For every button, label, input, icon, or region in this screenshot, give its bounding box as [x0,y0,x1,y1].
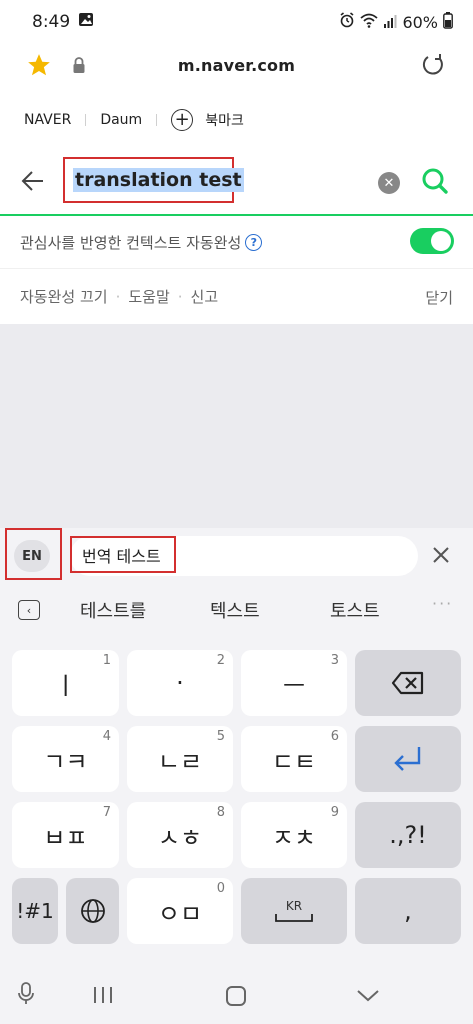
battery-percent: 60% [402,12,438,32]
reload-icon[interactable] [420,52,446,78]
key-d-t[interactable]: ㄷㅌ 6 [241,726,347,792]
comma-key[interactable]: , [355,878,461,944]
navigation-bar [0,956,473,1024]
key-eu[interactable]: ㅡ 3 [241,650,347,716]
translation-field[interactable]: 번역 테스트 [70,536,418,576]
bookmark-daum[interactable]: Daum [100,112,142,128]
link-separator: · [115,287,121,306]
key-number: 0 [216,881,225,896]
context-autocomplete-toggle[interactable] [410,228,454,254]
language-switch-key[interactable] [66,878,119,944]
suggestion-item[interactable]: 테스트를 [80,597,146,623]
enter-icon [394,747,421,771]
key-label: ㄱㅋ [43,747,88,776]
language-button[interactable]: EN [14,540,50,572]
bookmark-divider [156,114,158,126]
status-time: 8:49 [32,12,71,32]
suggestion-item[interactable]: 텍스트 [210,597,260,623]
backspace-key[interactable] [355,650,461,716]
recent-apps-icon[interactable] [92,986,114,1008]
key-number: 8 [216,805,225,820]
key-b-p[interactable]: ㅂㅍ 7 [12,802,119,868]
status-bar: 8:49 60% [0,0,473,44]
search-query-highlight: translation test [63,157,244,203]
home-icon[interactable] [225,985,247,1011]
space-icon [275,914,313,922]
key-label: · [176,669,184,697]
backspace-icon [391,671,424,695]
space-key[interactable]: KR [241,878,347,944]
key-j-ch[interactable]: ㅈㅊ 9 [241,802,347,868]
language-highlight: EN [5,528,62,580]
key-label: ㅅㅎ [157,823,203,852]
key-label: ㄷㅌ [271,747,317,776]
collapse-suggestions-icon[interactable]: ‹ [18,600,40,620]
signal-icon [383,13,397,32]
key-label: ㅂㅍ [43,823,88,852]
add-bookmark-icon[interactable]: + [171,109,194,131]
key-o-m[interactable]: ㅇㅁ 0 [127,878,233,944]
more-icon[interactable]: ··· [432,594,453,613]
key-label: ㅣ [54,671,77,700]
enter-key[interactable] [355,726,461,792]
bookmark-bar: NAVER Daum + 북마크 [0,94,473,146]
key-number: 6 [330,729,339,744]
key-label: ㅡ [282,671,306,700]
space-key-label: KR [285,899,303,913]
suggestion-bar: ‹ 테스트를 텍스트 토스트 ··· [0,584,473,636]
close-link[interactable]: 닫기 [425,287,453,308]
close-translate-icon[interactable] [430,544,452,566]
microphone-icon[interactable] [17,982,35,1010]
suggestion-item[interactable]: 토스트 [330,597,380,623]
key-n-r[interactable]: ㄴㄹ 5 [127,726,233,792]
help-icon[interactable]: ? [245,233,263,251]
report-link[interactable]: 신고 [191,286,219,307]
key-number: 7 [102,805,111,820]
context-autocomplete-label: 관심사를 반영한 컨텍스트 자동완성 [20,233,242,252]
autocomplete-links: 자동완성 끄기 · 도움말 · 신고 닫기 [0,268,473,324]
context-autocomplete-row: 관심사를 반영한 컨텍스트 자동완성 ? [0,216,473,268]
alarm-icon [339,12,355,32]
key-number: 5 [216,729,225,744]
punctuation-key[interactable]: .,?! [355,802,461,868]
key-number: 1 [102,653,111,668]
keyboard: ㅣ 1 · 2 ㅡ 3 ㄱㅋ 4 ㄴㄹ 5 ㄷㅌ 6 ㅂㅍ 7 ㅅㅎ 8 ㅈㅊ … [0,636,473,956]
key-label: ㅈㅊ [271,823,317,852]
search-bar: translation test ✕ [0,146,473,216]
autocomplete-off-link[interactable]: 자동완성 끄기 [20,286,108,307]
key-s-h[interactable]: ㅅㅎ 8 [127,802,233,868]
help-link[interactable]: 도움말 [128,286,169,307]
key-g-k[interactable]: ㄱㅋ 4 [12,726,119,792]
translation-text: 번역 테스트 [70,536,176,573]
bookmark-naver[interactable]: NAVER [24,112,71,128]
clear-search-icon[interactable]: ✕ [378,172,400,194]
back-arrow-icon[interactable] [20,168,46,194]
wifi-icon [360,13,379,32]
gallery-icon [78,12,94,32]
battery-icon [443,11,453,33]
key-number: 9 [330,805,339,820]
toggle-knob [431,231,451,251]
search-icon[interactable] [420,166,450,196]
url-bar: m.naver.com [0,44,473,94]
symbols-key[interactable]: !#1 [12,878,58,944]
translate-toolbar: EN 번역 테스트 [0,528,473,584]
search-input[interactable]: translation test [73,168,244,192]
url-text[interactable]: m.naver.com [0,56,473,75]
key-dot[interactable]: · 2 [127,650,233,716]
key-number: 2 [216,653,225,668]
key-label: ㅇㅁ [157,899,203,928]
key-label: ㄴㄹ [157,747,203,776]
globe-icon [80,899,105,923]
link-separator: · [177,287,183,306]
hide-keyboard-icon[interactable] [356,988,380,1007]
key-number: 4 [102,729,111,744]
key-i[interactable]: ㅣ 1 [12,650,119,716]
bookmark-label[interactable]: 북마크 [205,110,244,130]
key-number: 3 [330,653,339,668]
bookmark-divider [85,114,87,126]
